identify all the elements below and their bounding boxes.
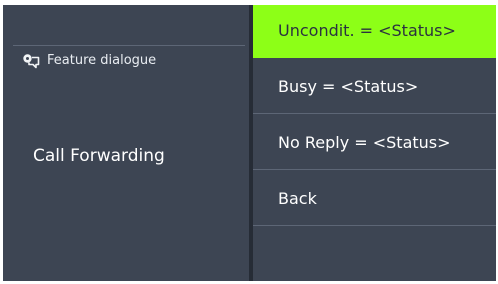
feature-dialogue-label: Feature dialogue xyxy=(47,53,157,68)
menu-item-unconditional[interactable]: Uncondit. = <Status> xyxy=(253,5,496,58)
feature-dialogue-icon xyxy=(21,52,41,70)
menu-item-back[interactable]: Back xyxy=(253,173,496,226)
call-forwarding-menu: Uncondit. = <Status> Busy = <Status> No … xyxy=(253,5,496,281)
feature-title: Call Forwarding xyxy=(33,146,165,166)
menu-item-no-reply[interactable]: No Reply = <Status> xyxy=(253,117,496,170)
menu-item-label: Busy = <Status> xyxy=(278,77,419,96)
header-divider-line xyxy=(13,45,245,46)
menu-item-label: Back xyxy=(278,189,317,208)
menu-item-label: Uncondit. = <Status> xyxy=(278,21,456,40)
menu-item-empty[interactable] xyxy=(253,229,496,281)
menu-item-label: No Reply = <Status> xyxy=(278,133,451,152)
feature-dialogue-header: Feature dialogue xyxy=(21,52,156,70)
left-info-pane: Feature dialogue Call Forwarding xyxy=(3,5,249,281)
menu-item-busy[interactable]: Busy = <Status> xyxy=(253,61,496,114)
phone-display: Feature dialogue Call Forwarding Uncondi… xyxy=(3,5,496,281)
